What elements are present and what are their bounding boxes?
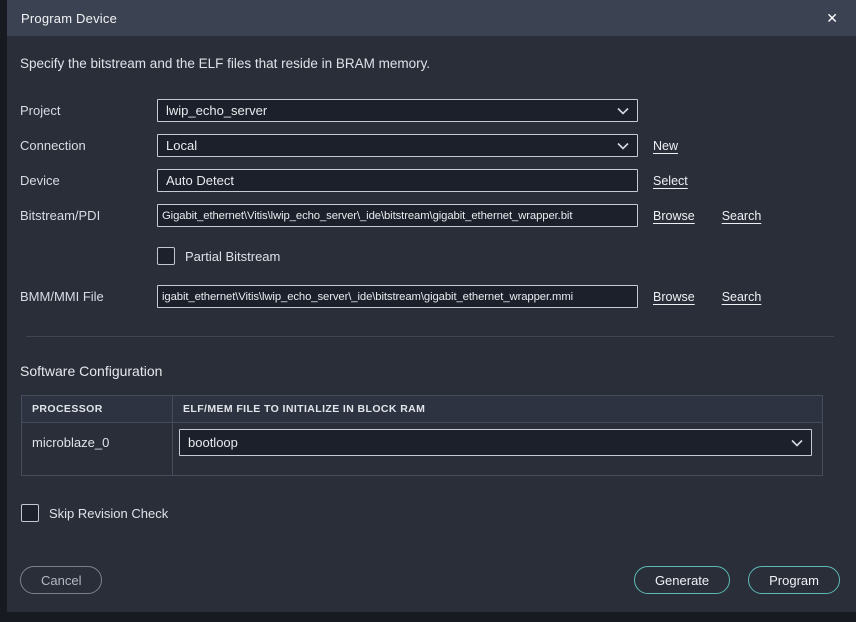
table-header-row: PROCESSOR ELF/MEM FILE TO INITIALIZE IN …	[22, 396, 822, 423]
connection-row: Connection Local New	[20, 134, 840, 157]
dialog-title: Program Device	[21, 10, 117, 26]
chevron-down-icon	[617, 107, 629, 115]
close-icon[interactable]: ✕	[822, 9, 842, 27]
window-background: Program Device ✕ Specify the bitstream a…	[0, 0, 856, 622]
bmm-row: BMM/MMI File Browse Search	[20, 285, 840, 308]
chevron-down-icon	[791, 439, 803, 447]
software-config-title: Software Configuration	[20, 363, 163, 379]
connection-select[interactable]: Local	[157, 134, 638, 157]
new-connection-link[interactable]: New	[653, 139, 678, 153]
bmm-search-link[interactable]: Search	[722, 290, 762, 304]
project-select-value: lwip_echo_server	[166, 103, 268, 118]
elf-file-select-value: bootloop	[188, 435, 238, 450]
partial-bitstream-label: Partial Bitstream	[185, 248, 281, 264]
dialog-titlebar: Program Device ✕	[7, 0, 856, 36]
partial-bitstream-row: Partial Bitstream	[157, 247, 840, 265]
section-divider	[26, 336, 834, 337]
project-label: Project	[20, 103, 61, 118]
select-device-link[interactable]: Select	[653, 174, 688, 188]
bitstream-input[interactable]	[157, 204, 638, 227]
partial-bitstream-checkbox[interactable]	[157, 247, 175, 265]
generate-button[interactable]: Generate	[633, 566, 731, 594]
skip-revision-row: Skip Revision Check	[21, 504, 840, 522]
skip-revision-checkbox[interactable]	[21, 504, 39, 522]
connection-select-value: Local	[166, 138, 198, 153]
bmm-label: BMM/MMI File	[20, 289, 104, 304]
processor-column-header: PROCESSOR	[22, 396, 173, 422]
table-row: microblaze_0 bootloop	[22, 423, 822, 475]
project-select[interactable]: lwip_echo_server	[157, 99, 638, 122]
bmm-input[interactable]	[157, 285, 638, 308]
processor-cell: microblaze_0	[22, 423, 173, 475]
elf-file-column-header: ELF/MEM FILE TO INITIALIZE IN BLOCK RAM	[183, 403, 426, 415]
dialog-description: Specify the bitstream and the ELF files …	[20, 56, 431, 71]
device-label: Device	[20, 173, 60, 188]
device-input[interactable]	[157, 169, 638, 192]
cancel-button[interactable]: Cancel	[20, 566, 103, 594]
bitstream-browse-link[interactable]: Browse	[653, 209, 695, 223]
software-config-table: PROCESSOR ELF/MEM FILE TO INITIALIZE IN …	[21, 395, 823, 476]
bmm-browse-link[interactable]: Browse	[653, 290, 695, 304]
device-row: Device Select	[20, 169, 840, 192]
program-device-dialog: Program Device ✕ Specify the bitstream a…	[7, 0, 856, 612]
program-button[interactable]: Program	[748, 566, 840, 594]
elf-file-cell: bootloop	[173, 423, 822, 475]
bitstream-search-link[interactable]: Search	[722, 209, 762, 223]
project-row: Project lwip_echo_server	[20, 99, 840, 122]
bitstream-label: Bitstream/PDI	[20, 208, 101, 223]
skip-revision-label: Skip Revision Check	[49, 505, 169, 521]
chevron-down-icon	[617, 142, 629, 150]
elf-file-select[interactable]: bootloop	[179, 429, 812, 456]
connection-label: Connection	[20, 138, 86, 153]
bitstream-row: Bitstream/PDI Browse Search	[20, 204, 840, 227]
dialog-footer: Cancel Generate Program	[20, 566, 840, 594]
